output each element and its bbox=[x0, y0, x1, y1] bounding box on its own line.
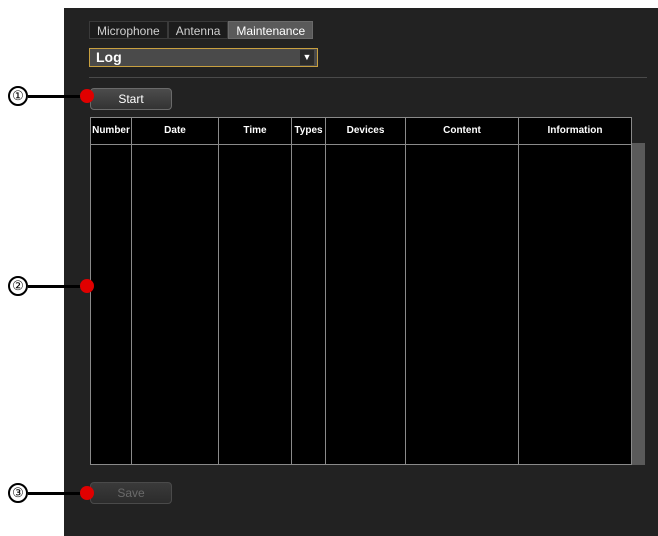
column-divider bbox=[218, 118, 219, 464]
callout-line bbox=[28, 285, 88, 288]
column-divider bbox=[131, 118, 132, 464]
start-button[interactable]: Start bbox=[90, 88, 172, 110]
tab-microphone[interactable]: Microphone bbox=[89, 21, 168, 39]
callout-dot bbox=[80, 279, 94, 293]
triangle-down-icon[interactable]: ▼ bbox=[300, 50, 314, 65]
column-divider bbox=[405, 118, 406, 464]
tab-bar: Microphone Antenna Maintenance bbox=[89, 21, 314, 39]
log-table: Number Date Time Types Devices Content I… bbox=[90, 117, 632, 465]
tab-maintenance[interactable]: Maintenance bbox=[228, 21, 314, 39]
callout-line bbox=[28, 492, 88, 495]
column-header-devices[interactable]: Devices bbox=[326, 118, 405, 144]
column-header-date[interactable]: Date bbox=[132, 118, 218, 144]
column-divider bbox=[291, 118, 292, 464]
divider bbox=[89, 77, 647, 78]
callout-number: ③ bbox=[8, 483, 28, 503]
table-header: Number Date Time Types Devices Content I… bbox=[91, 118, 631, 145]
tab-antenna[interactable]: Antenna bbox=[167, 21, 229, 39]
column-header-number[interactable]: Number bbox=[91, 118, 131, 144]
dropdown-value: Log bbox=[96, 49, 122, 65]
column-divider bbox=[325, 118, 326, 464]
callout-number: ② bbox=[8, 276, 28, 296]
callout-number: ① bbox=[8, 86, 28, 106]
column-header-information[interactable]: Information bbox=[519, 118, 631, 144]
save-button[interactable]: Save bbox=[90, 482, 172, 504]
log-type-dropdown[interactable]: Log ▼ bbox=[89, 48, 318, 67]
column-header-types[interactable]: Types bbox=[292, 118, 325, 144]
column-header-time[interactable]: Time bbox=[219, 118, 291, 144]
table-scrollbar[interactable] bbox=[632, 143, 645, 465]
column-divider bbox=[518, 118, 519, 464]
callout-dot bbox=[80, 89, 94, 103]
column-header-content[interactable]: Content bbox=[406, 118, 518, 144]
callout-line bbox=[28, 95, 88, 98]
callout-dot bbox=[80, 486, 94, 500]
